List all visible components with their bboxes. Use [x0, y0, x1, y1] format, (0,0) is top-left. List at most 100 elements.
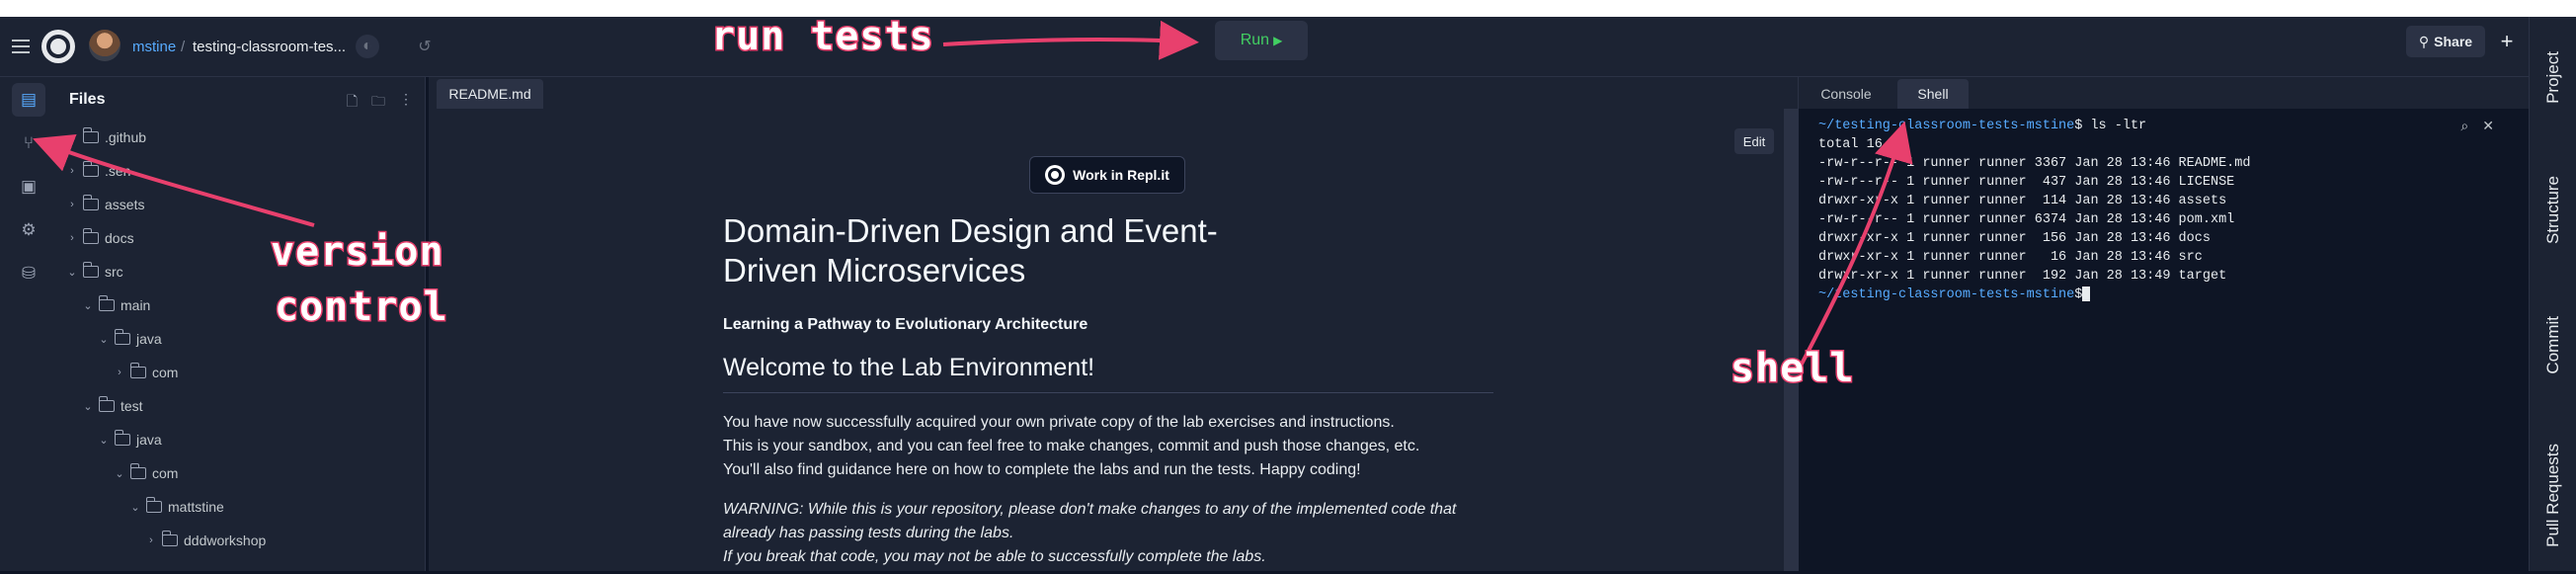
- run-button[interactable]: Run ▶: [1215, 21, 1308, 60]
- terminal-prompt: ~/testing-classroom-tests-mstine: [1818, 287, 2075, 302]
- files-actions: 🗋 🗀 ⋮: [347, 91, 413, 115]
- tab-readme[interactable]: README.md: [437, 79, 543, 109]
- more-options-icon[interactable]: ⋮: [399, 91, 413, 115]
- share-button[interactable]: ⚲ Share: [2406, 26, 2485, 57]
- terminal-actions: ⌕ ✕: [2460, 119, 2494, 137]
- file-tree-item[interactable]: .github: [67, 126, 146, 148]
- breadcrumb-user[interactable]: mstine: [132, 39, 176, 55]
- file-tree-item[interactable]: ⌄ java: [99, 429, 162, 451]
- new-file-icon[interactable]: 🗋: [347, 91, 358, 115]
- replit-logo[interactable]: [41, 30, 75, 63]
- terminal-output-line: -rw-r--r-- 1 runner runner 437 Jan 28 13…: [1818, 175, 2235, 190]
- run-button-label: Run: [1240, 32, 1270, 48]
- file-tree-item[interactable]: ⌄ mattstine: [130, 496, 224, 518]
- folder-icon: [82, 161, 99, 177]
- file-tree-item[interactable]: ⌄ test: [83, 395, 143, 417]
- readme-paragraph-intro: You have now successfully acquired your …: [723, 411, 1503, 482]
- file-tree-item-label: .github: [105, 129, 147, 145]
- right-sidebar: Project Structure Commit Pull Requests: [2529, 17, 2576, 571]
- file-tree-item[interactable]: ⌄ src: [67, 261, 123, 283]
- terminal-prompt: ~/testing-classroom-tests-mstine: [1818, 119, 2075, 133]
- file-tree-item[interactable]: ⌄ main: [83, 294, 150, 316]
- annotation-shell: shell: [1729, 345, 1855, 393]
- file-tree-item[interactable]: › docs: [67, 227, 134, 249]
- tab-project[interactable]: Project: [2530, 23, 2576, 131]
- search-icon[interactable]: ⌕: [2460, 119, 2468, 137]
- readme-line: This is your sandbox, and you can feel f…: [723, 438, 1420, 454]
- tab-commit[interactable]: Commit: [2530, 286, 2576, 404]
- edit-button[interactable]: Edit: [1734, 128, 1774, 154]
- tab-project-label: Project: [2543, 50, 2562, 104]
- terminal-end-line: ~/testing-classroom-tests-mstine$: [1818, 286, 2091, 304]
- share-icon: ⚲: [2418, 33, 2430, 49]
- folder-icon: [98, 295, 115, 311]
- readme-paragraph-warning: WARNING: While this is your repository, …: [723, 498, 1503, 569]
- file-tree-item-label: java: [136, 331, 162, 347]
- avatar[interactable]: [89, 30, 121, 61]
- tab-shell[interactable]: Shell: [1897, 79, 1969, 109]
- file-tree-item-label: java: [136, 432, 162, 448]
- file-tree-item-label: assets: [105, 197, 145, 212]
- chevron-icon: ⌄: [67, 266, 77, 279]
- version-control-icon[interactable]: ⑂: [12, 126, 45, 160]
- folder-icon: [129, 463, 146, 479]
- play-icon: ▶: [1273, 34, 1283, 47]
- file-tree-item-label: com: [152, 465, 179, 481]
- work-in-replit-label: Work in Repl.it: [1073, 167, 1169, 183]
- chevron-icon: ⌄: [99, 333, 109, 346]
- work-in-replit-button[interactable]: Work in Repl.it: [1029, 156, 1185, 194]
- terminal-cursor: [2082, 286, 2091, 301]
- file-tree-item-label: .sen: [105, 163, 131, 179]
- chevron-icon: ›: [118, 367, 121, 378]
- editor-tab-bar: README.md: [429, 77, 1798, 109]
- readme-heading-welcome: Welcome to the Lab Environment!: [723, 354, 1493, 393]
- file-tree-item[interactable]: › assets: [67, 194, 144, 215]
- markdown-preview: Edit Work in Repl.it Domain-Driven Desig…: [429, 109, 1784, 571]
- files-panel-title: Files: [69, 91, 106, 108]
- tab-console[interactable]: Console: [1805, 79, 1888, 109]
- terminal-command: $ ls -ltr: [2074, 119, 2147, 133]
- database-icon[interactable]: ⛁: [12, 257, 45, 290]
- file-tree-item[interactable]: › .sen: [67, 160, 130, 182]
- readme-line: You have now successfully acquired your …: [723, 414, 1395, 431]
- readme-title: Domain-Driven Design and Event-Driven Mi…: [723, 212, 1218, 288]
- breadcrumb-repl-name[interactable]: testing-classroom-tes...: [193, 39, 346, 55]
- readme-line: If you break that code, you may not be a…: [723, 548, 1266, 565]
- folder-icon: [161, 531, 178, 546]
- editor-scrollbar[interactable]: [1784, 109, 1798, 571]
- folder-icon: [82, 127, 99, 143]
- packages-icon[interactable]: ▣: [12, 170, 45, 204]
- add-icon[interactable]: +: [2493, 27, 2521, 56]
- tab-structure[interactable]: Structure: [2530, 145, 2576, 274]
- chevron-icon: ⌄: [83, 299, 93, 312]
- chevron-icon: ›: [70, 165, 74, 177]
- file-tree-item-label: test: [121, 398, 143, 414]
- readme-line: WARNING: While this is your repository, …: [723, 501, 1457, 518]
- terminal-prompt-suffix: $: [2074, 287, 2083, 302]
- tab-pull-requests[interactable]: Pull Requests: [2530, 416, 2576, 574]
- history-icon[interactable]: ↺: [413, 35, 437, 58]
- file-tree-item[interactable]: ⌄ com: [115, 462, 178, 484]
- folder-icon: [98, 396, 115, 412]
- language-icon[interactable]: ◐: [356, 35, 379, 58]
- settings-icon[interactable]: ⚙: [12, 213, 45, 247]
- folder-icon: [114, 430, 130, 446]
- file-tree-item[interactable]: › com: [115, 362, 178, 383]
- replit-icon: [1045, 165, 1066, 185]
- shell-terminal[interactable]: ⌕ ✕ ~/testing-classroom-tests-mstine$ ls…: [1798, 109, 2530, 571]
- menu-icon[interactable]: [10, 37, 32, 56]
- file-tree-item[interactable]: ⌄ java: [99, 328, 162, 350]
- files-icon[interactable]: ▤: [12, 83, 45, 117]
- share-button-label: Share: [2434, 34, 2473, 49]
- new-folder-icon[interactable]: 🗀: [371, 91, 385, 115]
- readme-line: You'll also find guidance here on how to…: [723, 461, 1361, 478]
- annotation-version: version: [270, 228, 445, 277]
- chevron-icon: ⌄: [83, 400, 93, 413]
- terminal-output-line: drwxr-xr-x 1 runner runner 156 Jan 28 13…: [1818, 231, 2211, 246]
- terminal-output-line: drwxr-xr-x 1 runner runner 114 Jan 28 13…: [1818, 194, 2227, 208]
- file-tree-item[interactable]: › dddworkshop: [146, 530, 266, 551]
- folder-icon: [114, 329, 130, 345]
- close-icon[interactable]: ✕: [2482, 119, 2494, 137]
- chevron-icon: ›: [70, 232, 74, 244]
- tab-commit-label: Commit: [2543, 315, 2562, 374]
